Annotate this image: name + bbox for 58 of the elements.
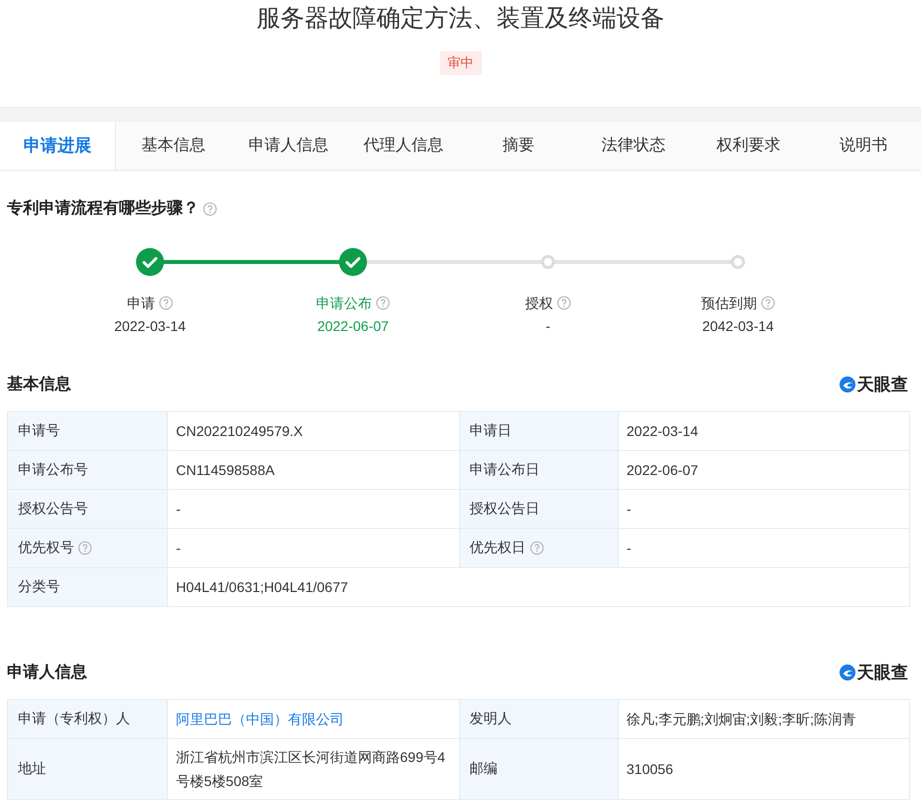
step-date: - [546, 316, 550, 336]
help-icon[interactable] [530, 540, 544, 554]
company-link[interactable]: 阿里巴巴（中国）有限公司 [176, 706, 344, 730]
step-label: 申请 [127, 294, 155, 312]
help-icon[interactable] [376, 296, 390, 310]
field-value: 浙江省杭州市滨江区长河街道网商路699号4号楼5楼508室 [176, 748, 446, 790]
tab[interactable]: 摘要 [461, 122, 576, 170]
field-value: - [626, 538, 632, 558]
field-label: 申请号 [18, 421, 60, 440]
field-value: CN114598588A [176, 460, 275, 480]
field-label: 申请日 [470, 421, 512, 440]
field-value: - [176, 538, 181, 558]
field-label: 授权公告号 [18, 499, 88, 518]
help-icon[interactable] [203, 202, 217, 216]
step-label: 预估到期 [701, 294, 757, 312]
tab[interactable]: 说明书 [806, 122, 921, 170]
field-label: 授权公告日 [470, 499, 540, 518]
field-label: 邮编 [470, 759, 498, 778]
field-label: 地址 [18, 759, 46, 778]
field-value: 310056 [626, 760, 674, 778]
field-label: 优先权日 [470, 538, 526, 557]
eye-logo-icon [839, 376, 856, 393]
field-label: 发明人 [470, 709, 512, 728]
section-heading: 基本信息 [7, 374, 71, 394]
field-value: 2022-03-14 [626, 422, 698, 440]
tab[interactable]: 申请人信息 [231, 122, 346, 170]
status-badge: 审中 [440, 51, 482, 74]
step-date: 2042-03-14 [702, 316, 774, 336]
tab[interactable]: 基本信息 [116, 122, 231, 170]
field-value: H04L41/0631;H04L41/0677 [176, 578, 348, 596]
section-heading: 专利申请流程有哪些步骤？ [7, 198, 199, 218]
field-label: 申请公布号 [18, 460, 88, 479]
help-icon[interactable] [78, 540, 92, 554]
step-date: 2022-03-14 [114, 316, 186, 336]
source-logo-text: 天眼查 [857, 374, 908, 396]
field-label: 申请（专利权）人 [18, 709, 130, 728]
field-value: 徐凡;李元鹏;刘炯宙;刘毅;李昕;陈润青 [626, 710, 856, 728]
field-value: - [626, 500, 632, 518]
step-label: 申请公布 [316, 294, 372, 312]
field-value: CN202210249579.X [176, 422, 303, 440]
field-label: 申请公布日 [470, 460, 540, 479]
step-label: 授权 [525, 294, 553, 312]
help-icon[interactable] [557, 296, 571, 310]
tab[interactable]: 申请进展 [0, 122, 116, 170]
help-icon[interactable] [159, 296, 173, 310]
field-label: 优先权号 [18, 538, 74, 557]
eye-logo-icon [839, 664, 856, 681]
tab[interactable]: 权利要求 [691, 122, 806, 170]
source-logo-text: 天眼查 [857, 662, 908, 684]
patent-title: 服务器故障确定方法、装置及终端设备 [256, 4, 664, 34]
help-icon[interactable] [761, 296, 775, 310]
tab[interactable]: 代理人信息 [346, 122, 461, 170]
step-date: 2022-06-07 [317, 316, 389, 336]
section-heading: 申请人信息 [7, 662, 87, 682]
field-label: 分类号 [18, 577, 60, 596]
field-value: - [176, 500, 181, 518]
field-value: 2022-06-07 [626, 460, 698, 480]
tab[interactable]: 法律状态 [576, 122, 691, 170]
